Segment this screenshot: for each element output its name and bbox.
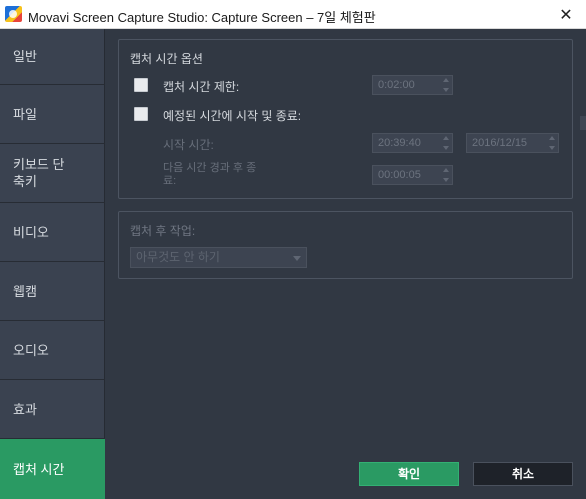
after-capture-title: 캡처 후 작업: (130, 224, 196, 238)
title-bar: Movavi Screen Capture Studio: Capture Sc… (0, 0, 586, 29)
scrollbar-stub (580, 116, 586, 130)
limit-duration-stepper[interactable]: 0:02:00 (372, 75, 453, 95)
sidebar-item-label: 효과 (13, 401, 37, 417)
end-after-value: 00:00:05 (378, 169, 421, 181)
sidebar-item-file[interactable]: 파일 (0, 85, 105, 144)
spin-arrows-icon[interactable] (548, 136, 555, 150)
sidebar-item-hotkeys[interactable]: 키보드 단축키 (0, 144, 105, 203)
limit-duration-value: 0:02:00 (378, 79, 415, 91)
after-capture-selected: 아무것도 안 하기 (136, 250, 220, 264)
sidebar-item-capture-time[interactable]: 캡처 시간 (0, 439, 105, 499)
sidebar-item-label: 일반 (13, 49, 37, 64)
sidebar-item-label: 키보드 단축키 (13, 157, 65, 189)
end-after-label: 다음 시간 경과 후 종료: (163, 162, 257, 187)
start-time-stepper[interactable]: 20:39:40 (372, 133, 453, 153)
ok-button[interactable]: 확인 (359, 462, 459, 486)
sidebar-item-label: 오디오 (13, 342, 49, 358)
start-time-label: 시작 시간: (163, 138, 214, 152)
start-date-value: 2016/12/15 (472, 137, 528, 149)
spin-arrows-icon[interactable] (442, 78, 449, 92)
chevron-down-icon (293, 256, 301, 261)
start-date-stepper[interactable]: 2016/12/15 (466, 133, 559, 153)
group-title: 캡처 시간 옵션 (130, 52, 203, 66)
sidebar-item-webcam[interactable]: 웹캠 (0, 262, 105, 321)
schedule-checkbox[interactable] (134, 107, 148, 121)
sidebar-item-effects[interactable]: 효과 (0, 380, 105, 439)
sidebar-item-label: 캡처 시간 (13, 461, 65, 477)
sidebar-item-label: 비디오 (13, 224, 49, 240)
sidebar-item-video[interactable]: 비디오 (0, 203, 105, 262)
limit-checkbox[interactable] (134, 78, 148, 92)
sidebar-item-audio[interactable]: 오디오 (0, 321, 105, 380)
spin-arrows-icon[interactable] (442, 168, 449, 182)
settings-sidebar: 일반 파일 키보드 단축키 비디오 웹캠 오디오 효과 캡처 시간 (0, 29, 105, 499)
sidebar-item-label: 웹캠 (13, 283, 37, 299)
after-capture-select[interactable]: 아무것도 안 하기 (130, 247, 307, 268)
start-time-value: 20:39:40 (378, 137, 421, 149)
window-title: Movavi Screen Capture Studio: Capture Sc… (28, 10, 376, 25)
schedule-label: 예정된 시간에 시작 및 종료: (163, 109, 302, 123)
end-after-stepper[interactable]: 00:00:05 (372, 165, 453, 185)
cancel-button[interactable]: 취소 (473, 462, 573, 486)
sidebar-item-general[interactable]: 일반 (0, 29, 105, 85)
sidebar-item-label: 파일 (13, 106, 37, 122)
movavi-app-icon (5, 6, 22, 22)
spin-arrows-icon[interactable] (442, 136, 449, 150)
limit-label: 캡처 시간 제한: (163, 80, 240, 94)
close-icon[interactable]: ✕ (546, 0, 586, 29)
